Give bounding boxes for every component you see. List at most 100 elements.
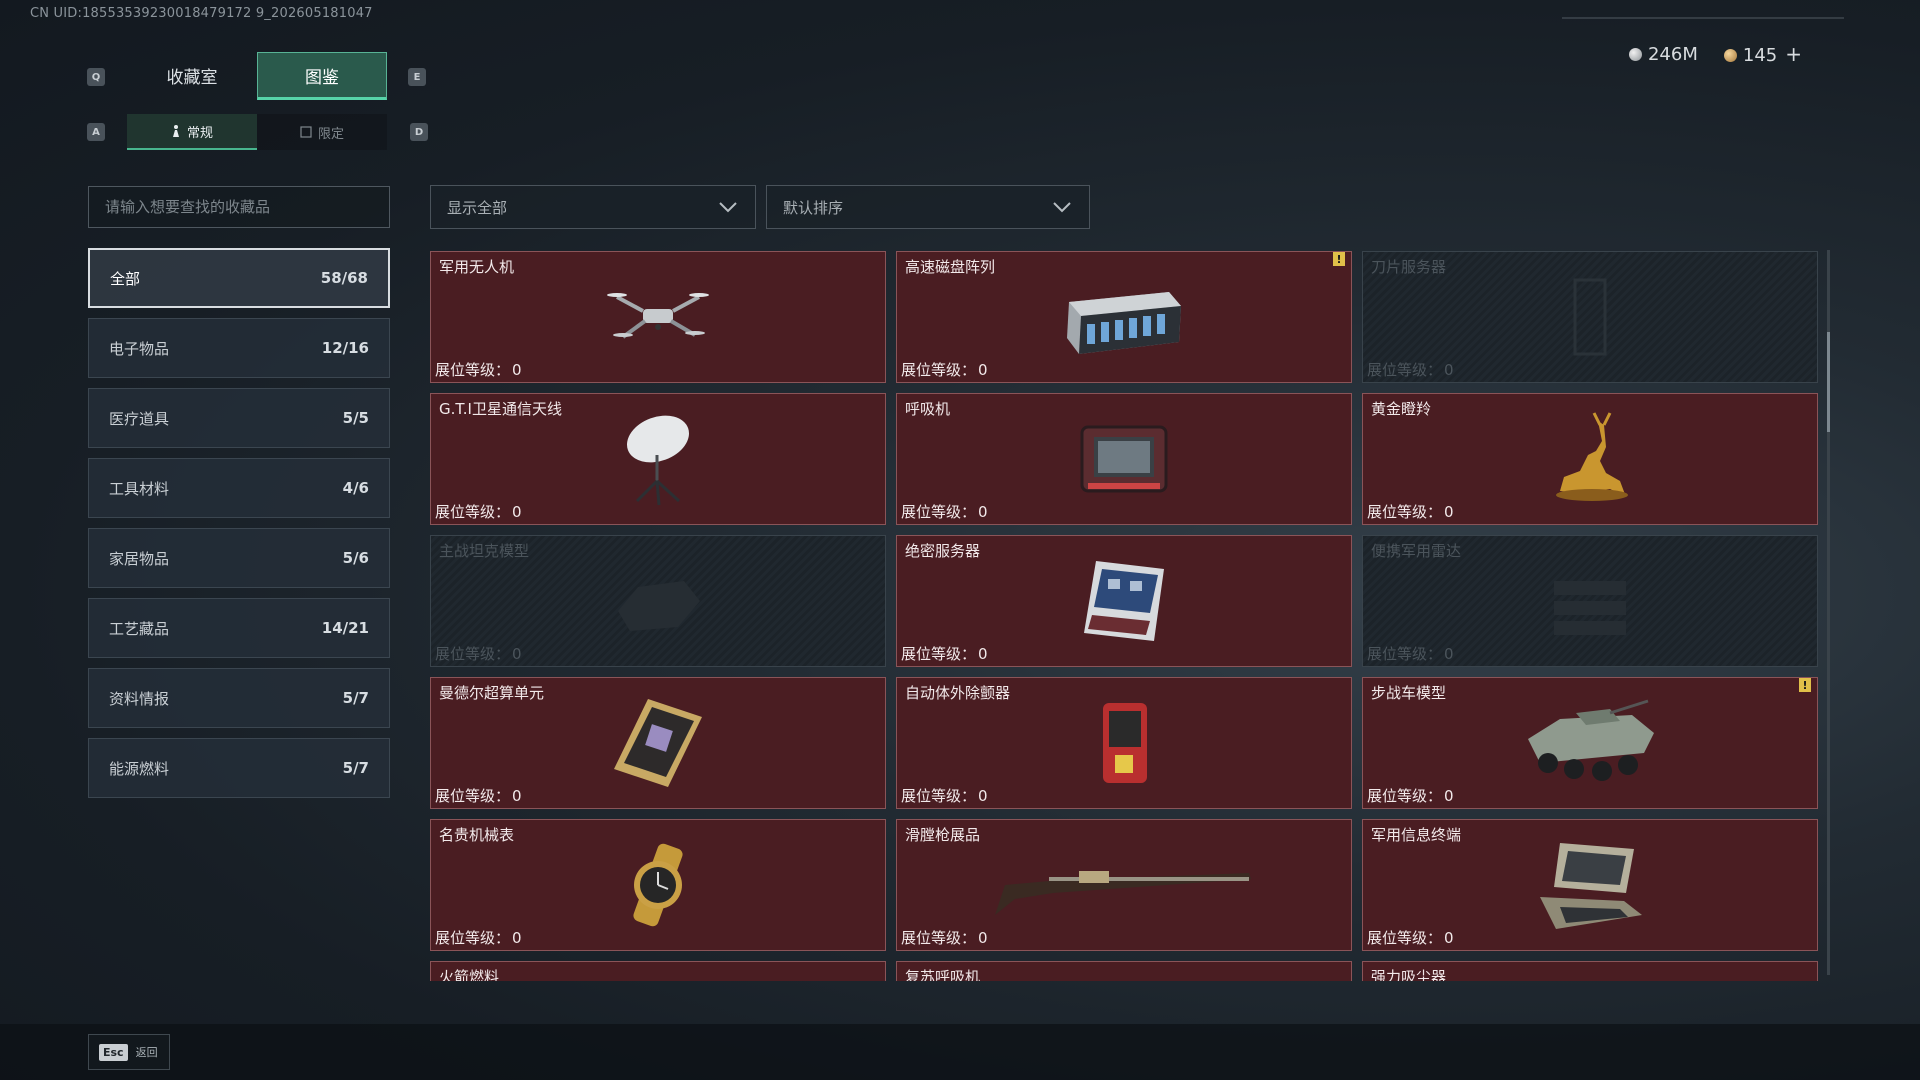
- silver-amount: 246M: [1647, 43, 1698, 65]
- category-label: 电子物品: [109, 339, 170, 358]
- category-count: 5/7: [342, 689, 369, 707]
- category-household[interactable]: 家居物品 5/6: [88, 528, 390, 588]
- top-divider: [1562, 17, 1844, 19]
- item-name: 黄金瞪羚: [1371, 400, 1432, 418]
- item-level: 展位等级： 0: [435, 361, 522, 379]
- item-name: 军用无人机: [439, 258, 515, 276]
- key-d-hint: D: [410, 123, 428, 141]
- satellite-dish-icon: [627, 415, 689, 506]
- grid-scroll-thumb[interactable]: [1827, 332, 1830, 432]
- category-count: 4/6: [342, 479, 369, 497]
- search-input[interactable]: [88, 186, 390, 228]
- subtab-regular[interactable]: 常规: [127, 114, 257, 150]
- item-card[interactable]: 曼德尔超算单元 展位等级： 0: [430, 677, 886, 809]
- item-card-locked[interactable]: 主战坦克模型 展位等级： 0: [430, 535, 886, 667]
- sort-dropdown[interactable]: 默认排序: [766, 185, 1090, 229]
- item-card-locked[interactable]: 便携军用雷达 展位等级： 0: [1362, 535, 1818, 667]
- item-level: 展位等级： 0: [901, 787, 988, 805]
- item-level: 展位等级： 0: [1367, 929, 1454, 947]
- category-tools[interactable]: 工具材料 4/6: [88, 458, 390, 518]
- uid-label: CN UID:18553539230018479172 9_2026051810…: [30, 6, 373, 21]
- collection-grid: 军用无人机 展位等级： 0 高速磁盘阵列 ! 展位等级： 0 刀片服务器 展位等级：…: [430, 251, 1822, 981]
- item-card[interactable]: 火箭燃料: [430, 961, 886, 981]
- silver-currency: 246M: [1628, 43, 1698, 65]
- item-card[interactable]: 滑膛枪展品 展位等级： 0: [896, 819, 1352, 951]
- sub-tabs: 常规 限定: [127, 114, 387, 150]
- back-label: 返回: [135, 1046, 158, 1059]
- drone-icon: [607, 293, 709, 339]
- category-count: 5/6: [342, 549, 369, 567]
- key-e-hint: E: [408, 68, 426, 86]
- silver-coin-icon: [1628, 47, 1642, 61]
- supercomputer-icon: [614, 699, 702, 787]
- item-level: 展位等级： 0: [435, 645, 522, 663]
- category-electronics[interactable]: 电子物品 12/16: [88, 318, 390, 378]
- chevron-down-icon: [1053, 202, 1071, 213]
- gold-currency: 145 +: [1723, 42, 1802, 66]
- item-card[interactable]: 军用无人机 展位等级： 0: [430, 251, 886, 383]
- item-card[interactable]: 黄金瞪羚 展位等级： 0: [1362, 393, 1818, 525]
- tank-model-icon: [618, 581, 700, 631]
- category-crafts[interactable]: 工艺藏品 14/21: [88, 598, 390, 658]
- category-label: 工艺藏品: [109, 619, 170, 638]
- filter-value: 显示全部: [447, 198, 508, 217]
- category-label: 全部: [110, 269, 141, 288]
- tab-collection-room[interactable]: 收藏室: [127, 52, 257, 100]
- category-medical[interactable]: 医疗道具 5/5: [88, 388, 390, 448]
- item-card[interactable]: 军用信息终端 展位等级： 0: [1362, 819, 1818, 951]
- category-label: 家居物品: [109, 549, 170, 568]
- item-level: 展位等级： 0: [435, 929, 522, 947]
- item-name: 强力吸尘器: [1371, 968, 1447, 981]
- filter-dropdown[interactable]: 显示全部: [430, 185, 756, 229]
- category-all[interactable]: 全部 58/68: [88, 248, 390, 308]
- radar-icon: [1554, 581, 1626, 635]
- frame-icon: [300, 126, 312, 138]
- item-name: 滑膛枪展品: [905, 826, 981, 844]
- add-currency-button[interactable]: +: [1785, 42, 1802, 66]
- item-card[interactable]: 名贵机械表 展位等级： 0: [430, 819, 886, 951]
- category-energy[interactable]: 能源燃料 5/7: [88, 738, 390, 798]
- item-level: 展位等级： 0: [901, 503, 988, 521]
- item-card[interactable]: 自动体外除颤器 展位等级： 0: [896, 677, 1352, 809]
- key-a-hint: A: [87, 123, 105, 141]
- currency-display: 246M 145 +: [1628, 42, 1802, 66]
- item-name: 刀片服务器: [1371, 258, 1447, 276]
- key-q-hint: Q: [87, 68, 105, 86]
- category-count: 58/68: [320, 269, 368, 287]
- item-card-locked[interactable]: 刀片服务器 展位等级： 0: [1362, 251, 1818, 383]
- item-card[interactable]: 高速磁盘阵列 ! 展位等级： 0: [896, 251, 1352, 383]
- gold-amount: 145: [1742, 45, 1778, 66]
- item-name: 自动体外除颤器: [905, 684, 1011, 702]
- gold-coin-icon: [1723, 49, 1737, 62]
- item-card[interactable]: 强力吸尘器: [1362, 961, 1818, 981]
- subtab-regular-label: 常规: [186, 125, 213, 141]
- item-name: 绝密服务器: [905, 542, 981, 560]
- category-count: 5/7: [342, 759, 369, 777]
- item-level: 展位等级： 0: [901, 645, 988, 663]
- ifv-model-icon: [1528, 699, 1654, 781]
- gold-gazelle-icon: [1556, 412, 1628, 501]
- item-name: 复苏呼吸机: [905, 968, 981, 981]
- item-name: 火箭燃料: [439, 968, 500, 981]
- item-level: 展位等级： 0: [1367, 787, 1454, 805]
- item-name: G.T.I卫星通信天线: [439, 400, 562, 418]
- back-button[interactable]: Esc 返回: [88, 1034, 170, 1070]
- item-card[interactable]: 绝密服务器 展位等级： 0: [896, 535, 1352, 667]
- item-name: 步战车模型: [1371, 684, 1447, 702]
- sort-value: 默认排序: [783, 198, 844, 217]
- category-label: 资料情报: [109, 689, 170, 708]
- category-label: 工具材料: [109, 479, 170, 498]
- item-card[interactable]: 步战车模型 ! 展位等级： 0: [1362, 677, 1818, 809]
- item-card[interactable]: G.T.I卫星通信天线 展位等级： 0: [430, 393, 886, 525]
- category-intel[interactable]: 资料情报 5/7: [88, 668, 390, 728]
- subtab-limited[interactable]: 限定: [257, 114, 387, 150]
- item-card[interactable]: 复苏呼吸机: [896, 961, 1352, 981]
- main-tabs: 收藏室 图鉴: [127, 52, 387, 100]
- tab-catalog[interactable]: 图鉴: [257, 52, 387, 100]
- category-list: 全部 58/68 电子物品 12/16 医疗道具 5/5 工具材料 4/6 家居物品 5/…: [88, 248, 390, 808]
- item-level: 展位等级： 0: [1367, 503, 1454, 521]
- terminal-icon: [1540, 843, 1642, 929]
- item-card[interactable]: 呼吸机 展位等级： 0: [896, 393, 1352, 525]
- category-count: 12/16: [321, 339, 369, 357]
- item-name: 曼德尔超算单元: [439, 684, 545, 702]
